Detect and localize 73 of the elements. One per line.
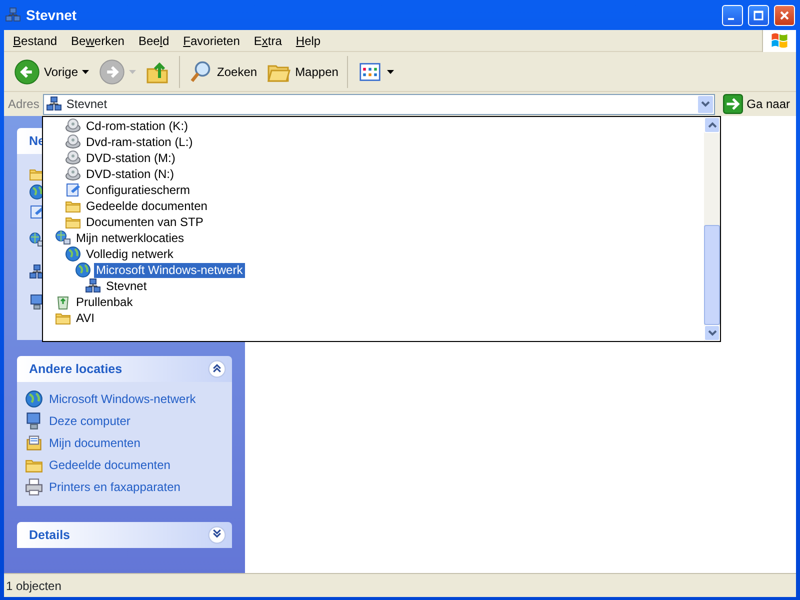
panel-header[interactable]: Details — [17, 522, 232, 548]
minimize-button[interactable] — [722, 4, 743, 26]
chevron-up-icon — [708, 122, 716, 128]
drive-icon — [65, 134, 81, 150]
tree-item[interactable]: Documenten van STP — [84, 214, 206, 230]
caret-icon — [387, 70, 394, 74]
drive-icon — [65, 118, 81, 134]
scroll-up-button[interactable] — [704, 117, 720, 133]
tree-item[interactable]: Cd-rom-station (K:) — [84, 118, 190, 134]
status-text: 1 objecten — [6, 578, 62, 594]
scroll-down-button[interactable] — [704, 325, 720, 341]
chevron-down-icon — [700, 101, 710, 107]
control-panel-icon — [65, 182, 81, 198]
search-button[interactable]: Zoeken — [185, 56, 262, 86]
folder-up-icon — [146, 60, 170, 84]
expand-chevron-icon[interactable] — [208, 526, 226, 544]
menu-item[interactable]: Beeld — [131, 30, 176, 52]
folders-button[interactable]: Mappen — [263, 56, 342, 86]
tree-item[interactable]: Mijn netwerklocaties — [74, 230, 186, 246]
back-button[interactable]: Vorige — [10, 56, 94, 88]
panel-header[interactable]: Andere locaties — [17, 356, 232, 382]
collapse-chevron-icon[interactable] — [208, 360, 226, 378]
close-icon — [779, 10, 790, 20]
documents-icon — [25, 434, 43, 452]
printer-icon — [25, 478, 43, 496]
tree-item[interactable]: Gedeelde documenten — [84, 198, 210, 214]
address-label: Adres — [8, 96, 40, 113]
menu-item[interactable]: Help — [288, 30, 328, 52]
tree-item[interactable]: DVD-station (M:) — [84, 150, 178, 166]
panel-link[interactable]: Deze computer — [25, 412, 226, 430]
scrollbar-thumb[interactable] — [704, 225, 720, 325]
minimize-icon — [728, 18, 734, 20]
network-computers-icon — [46, 96, 62, 112]
tree-item[interactable]: AVI — [74, 310, 96, 326]
view-grid-icon — [357, 60, 384, 82]
drive-icon — [65, 166, 81, 182]
panel-link[interactable]: Printers en faxapparaten — [25, 478, 226, 496]
panel-link[interactable]: Microsoft Windows-netwerk — [25, 390, 226, 408]
menu-item[interactable]: Bestand — [6, 30, 64, 52]
dropdown-button[interactable] — [696, 94, 714, 114]
network-computers-icon — [29, 264, 45, 280]
panel-link[interactable]: Mijn documenten — [25, 434, 226, 452]
drive-icon — [65, 150, 81, 166]
menu-item[interactable]: Extra — [246, 30, 289, 52]
address-field[interactable]: Stevnet — [43, 94, 715, 114]
menu-item[interactable]: Favorieten — [176, 30, 247, 52]
tree-item[interactable]: Configuratiescherm — [84, 182, 192, 198]
globe-icon — [75, 262, 91, 278]
recycle-bin-icon — [55, 294, 71, 310]
close-button[interactable] — [774, 4, 795, 26]
windows-flag-logo — [762, 30, 796, 52]
globe-icon — [65, 246, 81, 262]
tree-item[interactable]: Dvd-ram-station (L:) — [84, 134, 195, 150]
tree-item[interactable]: DVD-station (N:) — [84, 166, 176, 182]
maximize-button[interactable] — [748, 4, 769, 26]
panel-link[interactable]: Gedeelde documenten — [25, 456, 226, 474]
tree-item[interactable]: Volledig netwerk — [84, 246, 176, 262]
control-panel-icon — [29, 204, 45, 220]
caret-icon — [82, 70, 90, 74]
network-globe-icon — [55, 230, 71, 246]
tree-item[interactable]: Microsoft Windows-netwerk — [94, 262, 245, 278]
network-computers-icon — [5, 7, 21, 23]
caret-icon — [129, 70, 136, 74]
network-computers-icon — [85, 278, 101, 294]
tree-item[interactable]: Stevnet — [104, 278, 149, 294]
menu-item[interactable]: Bewerken — [64, 30, 132, 52]
chevron-down-icon — [708, 330, 716, 336]
tree-item[interactable]: Prullenbak — [74, 294, 135, 310]
maximize-icon — [753, 10, 764, 20]
computer-icon — [25, 412, 43, 430]
globe-icon — [25, 390, 43, 408]
window-title: Stevnet — [26, 6, 77, 24]
computer-icon — [29, 294, 45, 310]
